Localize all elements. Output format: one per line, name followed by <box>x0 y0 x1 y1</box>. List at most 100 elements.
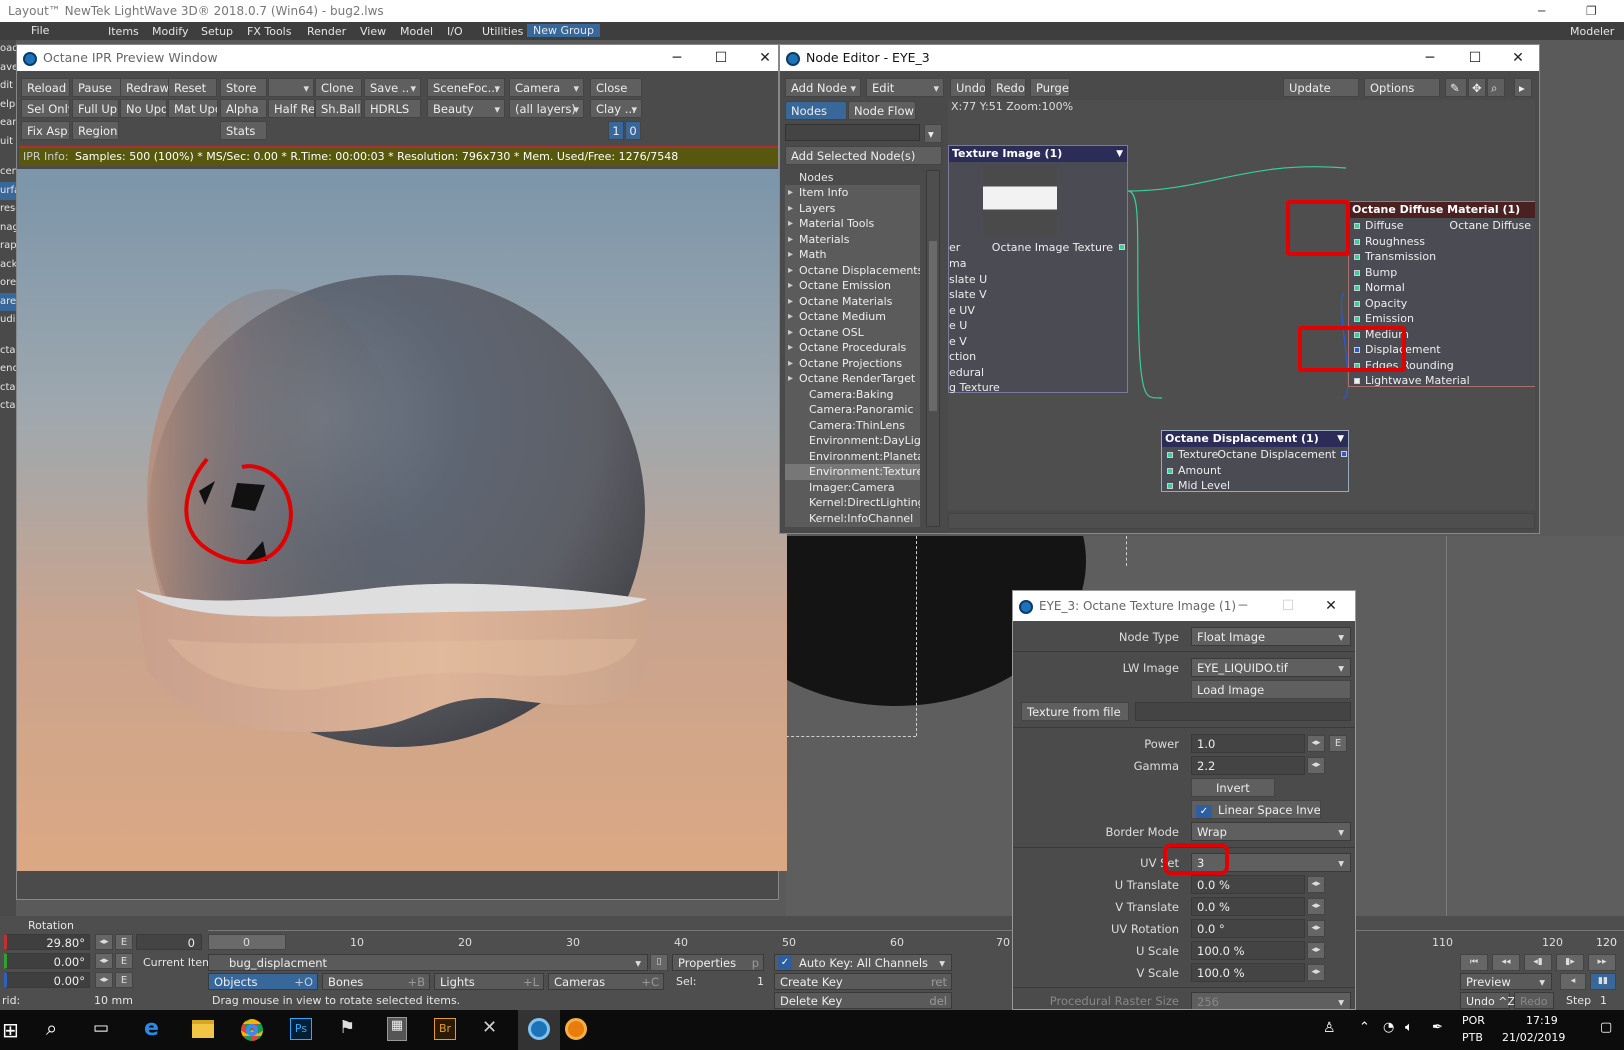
scene-focus-dropdown[interactable]: SceneFoc... <box>427 78 505 97</box>
raster-size-dropdown[interactable]: 256 <box>1191 992 1351 1009</box>
rotation-b-spinner[interactable]: ◂▸ <box>95 972 113 988</box>
maximize-icon[interactable]: ☐ <box>1268 591 1308 621</box>
tool-0[interactable]: oad <box>0 40 16 59</box>
cameras-button[interactable]: Cameras +C <box>548 973 664 990</box>
collapse-icon[interactable]: ▼ <box>1116 146 1123 162</box>
pen-icon[interactable]: ✒ <box>1432 1020 1443 1035</box>
input-port-normal[interactable]: Normal <box>1349 280 1535 296</box>
add-node-dropdown[interactable]: Add Node <box>785 78 861 97</box>
half-res-button[interactable]: Half Res <box>268 99 315 118</box>
lw-image-dropdown[interactable]: EYE_LIQUIDO.tif <box>1191 658 1351 678</box>
invert-checkbox[interactable]: Invert <box>1191 778 1275 797</box>
tree-child-environment-texture[interactable]: Environment:Texture <box>785 464 920 480</box>
search-icon[interactable]: ⌕ <box>46 1016 57 1040</box>
menu-setup[interactable]: Setup <box>201 25 233 38</box>
region-button[interactable]: Region <box>72 121 119 140</box>
input-port-diffuse[interactable]: Diffuse Octane Diffuse <box>1349 218 1535 234</box>
blender-icon[interactable] <box>565 1018 587 1040</box>
tree-item-layers[interactable]: Layers <box>785 201 920 217</box>
update-button[interactable]: Update <box>1283 78 1359 97</box>
add-selected-nodes-button[interactable]: Add Selected Node(s) <box>785 146 942 165</box>
tool-10[interactable]: rap <box>0 237 16 256</box>
minimize-icon[interactable]: ─ <box>1410 45 1450 71</box>
menu-model[interactable]: Model <box>400 25 433 38</box>
hdrls-button[interactable]: HDRLS <box>364 99 421 118</box>
power-envelope-button[interactable]: E <box>1329 735 1347 752</box>
tree-child-kernel-directlighting[interactable]: Kernel:DirectLighting <box>785 495 920 511</box>
tree-child-camera-baking[interactable]: Camera:Baking <box>785 387 920 403</box>
menu-view[interactable]: View <box>360 25 386 38</box>
tab-nodes[interactable]: Nodes <box>785 101 847 120</box>
tool-15[interactable]: cta <box>0 342 16 361</box>
menu-utilities[interactable]: Utilities <box>482 25 523 38</box>
tree-item-math[interactable]: Math <box>785 247 920 263</box>
delete-key-button[interactable]: Delete Key del <box>774 992 952 1009</box>
tool-9[interactable]: nag <box>0 219 16 238</box>
tool-2[interactable]: dit <box>0 77 16 96</box>
input-port[interactable]: ma <box>949 256 1000 272</box>
octane-taskbar-icon[interactable] <box>518 1010 560 1050</box>
tool-16[interactable]: enc <box>0 360 16 379</box>
layers-dropdown[interactable]: (all layers) <box>509 99 584 118</box>
close-icon[interactable]: ✕ <box>1311 591 1351 621</box>
output-port-octane-image-texture[interactable]: er Octane Image Texture <box>949 240 1127 256</box>
node-texture-image-header[interactable]: Texture Image (1) ▼ <box>949 146 1127 162</box>
tree-item-material-tools[interactable]: Material Tools <box>785 216 920 232</box>
shader-ball-button[interactable]: Sh.Ball <box>315 99 362 118</box>
store-button[interactable]: Store <box>220 78 267 97</box>
go-start-icon[interactable]: ⏮ <box>1460 954 1488 971</box>
v-scale-spinner[interactable]: ◂▸ <box>1307 964 1325 981</box>
rotation-h-spinner[interactable]: ◂▸ <box>95 934 113 950</box>
windows-start-icon[interactable]: ⊞ <box>2 1018 19 1042</box>
tree-item-octane-procedurals[interactable]: Octane Procedurals <box>785 340 920 356</box>
input-port-emission[interactable]: Emission <box>1349 311 1535 327</box>
photoshop-icon[interactable]: Ps <box>290 1018 312 1040</box>
tree-child-imager-camera[interactable]: Imager:Camera <box>785 480 920 496</box>
move-icon[interactable]: ✥ <box>1468 78 1486 97</box>
objects-button[interactable]: Objects +O <box>208 973 318 990</box>
fast-forward-icon[interactable]: ▸▸ <box>1588 954 1616 971</box>
uv-rotation-spinner[interactable]: ◂▸ <box>1307 920 1325 937</box>
menu-io[interactable]: I/O <box>447 25 463 38</box>
rotation-h-input[interactable]: 29.80° <box>4 934 90 950</box>
properties-button[interactable]: Properties p <box>672 954 764 971</box>
page-1-button[interactable]: 1 <box>608 121 624 140</box>
task-view-icon[interactable]: ▭ <box>93 1018 109 1038</box>
language-label[interactable]: POR <box>1462 1014 1485 1027</box>
create-key-button[interactable]: Create Key ret <box>774 973 952 990</box>
v-scale-input[interactable]: 100.0 % <box>1191 963 1305 982</box>
tool-8[interactable]: rese <box>0 200 16 219</box>
clock-time[interactable]: 17:19 <box>1526 1014 1558 1027</box>
input-port[interactable]: edural <box>949 365 1000 381</box>
play-icon[interactable]: ▸ <box>1514 78 1532 97</box>
minimize-icon[interactable]: ─ <box>1538 0 1545 22</box>
rotation-p-input[interactable]: 0.00° <box>4 953 90 969</box>
tool-17[interactable]: cta <box>0 379 16 398</box>
collapse-icon[interactable]: ▼ <box>1337 431 1344 447</box>
network-icon[interactable]: ◔ <box>1383 1020 1394 1035</box>
input-port-lightwave-material[interactable]: Lightwave Material <box>1349 373 1535 389</box>
full-update-button[interactable]: Full Up... <box>72 99 119 118</box>
redraw-button[interactable]: Redraw <box>120 78 169 97</box>
tool-5[interactable]: uit <box>0 133 16 152</box>
edit-dropdown[interactable]: Edit <box>866 78 944 97</box>
chevron-up-icon[interactable]: ⌃ <box>1359 1020 1370 1035</box>
node-type-dropdown[interactable]: Float Image <box>1191 627 1351 647</box>
tree-item-octane-materials[interactable]: Octane Materials <box>785 294 920 310</box>
item-picker-icon[interactable]: ▯ <box>650 954 668 971</box>
pause-icon[interactable]: ▮▮ <box>1590 973 1616 990</box>
uv-rotation-input[interactable]: 0.0 ° <box>1191 919 1305 938</box>
border-mode-dropdown[interactable]: Wrap <box>1191 822 1351 842</box>
mat-update-button[interactable]: Mat Upd <box>168 99 218 118</box>
node-diffuse-header[interactable]: Octane Diffuse Material (1) <box>1349 202 1535 218</box>
tool-11[interactable]: ack <box>0 256 16 275</box>
menu-render[interactable]: Render <box>307 25 346 38</box>
volume-icon[interactable]: 🔈︎ <box>1405 1020 1413 1035</box>
close-button[interactable]: Close <box>590 78 642 97</box>
minimize-icon[interactable]: ─ <box>657 45 697 71</box>
maximize-icon[interactable]: ☐ <box>701 45 741 71</box>
input-port-bump[interactable]: Bump <box>1349 265 1535 281</box>
tree-child-environment-daylight[interactable]: Environment:DayLight <box>785 433 920 449</box>
render-pass-dropdown[interactable]: Beauty <box>427 99 505 118</box>
tab-node-flow[interactable]: Node Flow <box>848 101 916 120</box>
